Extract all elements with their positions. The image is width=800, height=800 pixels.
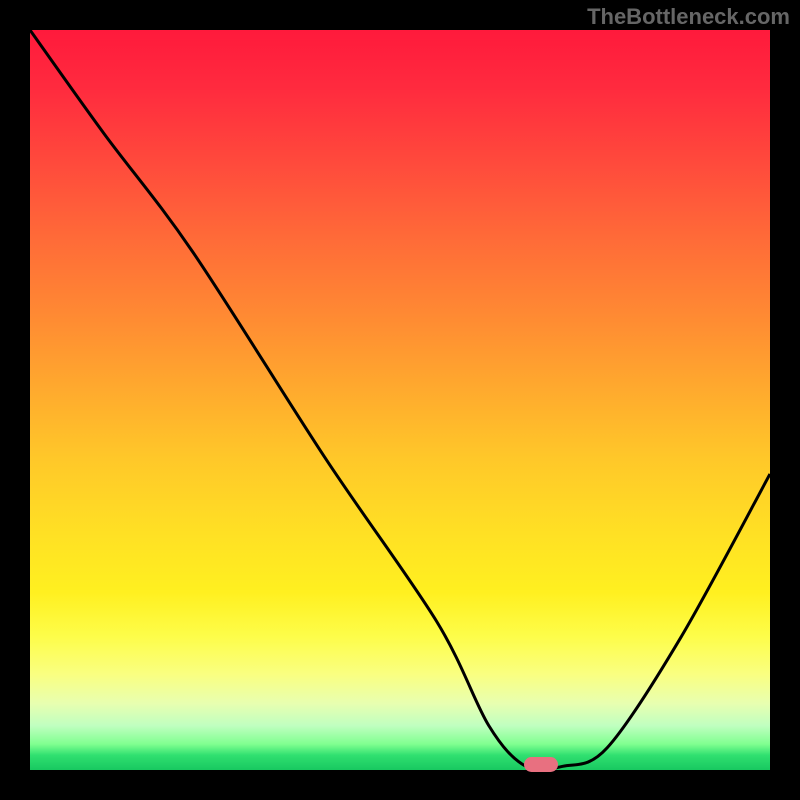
watermark-text: TheBottleneck.com bbox=[587, 4, 790, 30]
bottleneck-line bbox=[30, 30, 770, 770]
optimal-point-marker bbox=[524, 757, 558, 772]
chart-plot-area bbox=[30, 30, 770, 770]
